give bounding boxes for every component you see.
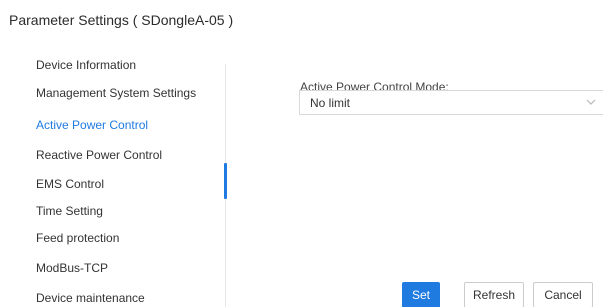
active-power-mode-select[interactable]: No limit [299,90,603,115]
chevron-down-icon [586,99,596,105]
active-power-mode-value: No limit [310,96,351,110]
cancel-button[interactable]: Cancel [533,282,593,307]
set-button[interactable]: Set [402,282,440,307]
refresh-button[interactable]: Refresh [464,282,524,307]
sidebar-item-reactive-power-control[interactable]: Reactive Power Control [36,148,162,162]
sidebar-item-feed-protection[interactable]: Feed protection [36,231,119,245]
parameter-settings-page: Parameter Settings ( SDongleA-05 ) Devic… [0,0,603,307]
sidebar-item-active-power-control[interactable]: Active Power Control [36,118,148,132]
sidebar-item-time-setting[interactable]: Time Setting [36,204,103,218]
sidebar-item-modbus-tcp[interactable]: ModBus-TCP [36,261,108,275]
sidebar-item-management-system-settings[interactable]: Management System Settings [36,86,196,100]
sidebar-scroll-indicator[interactable] [224,163,227,199]
sidebar-item-device-maintenance[interactable]: Device maintenance [36,291,145,305]
sidebar-item-device-information[interactable]: Device Information [36,58,136,72]
sidebar: Device Information Management System Set… [0,0,230,307]
sidebar-item-ems-control[interactable]: EMS Control [36,177,104,191]
